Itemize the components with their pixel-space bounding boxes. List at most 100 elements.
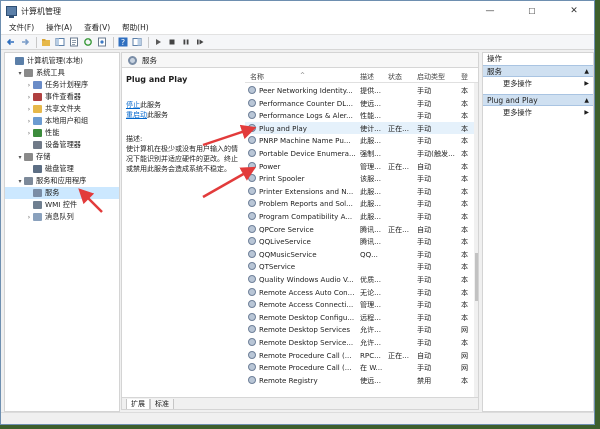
restart-service-link[interactable]: 重启动 — [126, 111, 147, 119]
toolbar-separator — [148, 36, 149, 48]
more-actions-services[interactable]: 更多操作 ▶ — [483, 77, 593, 90]
actions-section-services[interactable]: 服务 ▲ — [483, 65, 593, 77]
service-row[interactable]: Remote Access Connecti... 管理... 手动 本 — [245, 298, 475, 311]
service-gear-icon — [248, 350, 256, 359]
tree-node[interactable]: › 事件查看器 — [5, 91, 119, 103]
service-row[interactable]: Peer Networking Identity... 提供... 手动 本 — [245, 84, 475, 97]
service-desc: 腾讯... — [360, 224, 381, 234]
expander-icon[interactable]: › — [25, 130, 33, 137]
service-row[interactable]: Performance Counter DL... 使远... 手动 本 — [245, 97, 475, 110]
service-row[interactable]: Remote Procedure Call (... RPC... 正在... 自动 网 — [245, 349, 475, 362]
expander-icon[interactable]: ▾ — [16, 178, 24, 185]
minimize-button[interactable]: — — [469, 1, 511, 21]
expander-icon[interactable]: › — [25, 118, 33, 125]
service-row[interactable]: Portable Device Enumera... 强制... 手动(触发... 本 — [245, 147, 475, 160]
tree-node[interactable]: ▾ 服务和应用程序 — [5, 175, 119, 187]
menu-view[interactable]: 查看(V) — [84, 22, 110, 33]
console-tree-panel: 计算机管理(本地) ▾ 系统工具 › 任务计划程序 › 事件查看器 › 共享文件夹 › 本地用户和组… — [4, 52, 120, 412]
column-startup-type[interactable]: 启动类型 — [417, 72, 445, 82]
vertical-scrollbar[interactable] — [474, 83, 478, 397]
service-row[interactable]: QTService 手动 本 — [245, 260, 475, 273]
export-list-icon[interactable] — [68, 37, 79, 48]
tree-node[interactable]: ▾ 系统工具 — [5, 67, 119, 79]
service-row[interactable]: Printer Extensions and N... 此服... 手动 本 — [245, 185, 475, 198]
start-service-icon[interactable] — [152, 37, 163, 48]
service-desc: 管理... — [360, 300, 381, 310]
properties-icon[interactable] — [96, 37, 107, 48]
tree-node[interactable]: WMI 控件 — [5, 199, 119, 211]
tree-node[interactable]: 设备管理器 — [5, 139, 119, 151]
column-description[interactable]: 描述 — [360, 72, 374, 82]
scrollbar-thumb[interactable] — [475, 253, 478, 301]
tab-extended[interactable]: 扩展 — [126, 399, 150, 409]
service-row[interactable]: Remote Desktop Services 允许... 手动 网 — [245, 323, 475, 336]
stop-service-icon[interactable] — [166, 37, 177, 48]
tree-node[interactable]: › 消息队列 — [5, 211, 119, 223]
disk-icon — [33, 165, 42, 173]
column-name[interactable]: 名称 — [250, 72, 264, 82]
refresh-icon[interactable] — [82, 37, 93, 48]
back-arrow-icon[interactable] — [5, 37, 16, 48]
show-hide-icon[interactable] — [131, 37, 142, 48]
maximize-button[interactable]: ☐ — [511, 1, 553, 21]
service-row[interactable]: PNRP Machine Name Pu... 此服... 手动 本 — [245, 134, 475, 147]
service-row[interactable]: Power 管理... 正在... 自动 本 — [245, 160, 475, 173]
service-row[interactable]: Remote Desktop Configu... 远程... 手动 本 — [245, 311, 475, 324]
expander-icon[interactable]: › — [25, 214, 33, 221]
service-row[interactable]: Print Spooler 该服... 手动 本 — [245, 172, 475, 185]
service-row[interactable]: QQLiveService 腾讯... 手动 本 — [245, 235, 475, 248]
menu-file[interactable]: 文件(F) — [9, 22, 34, 33]
console-tree-icon[interactable] — [54, 37, 65, 48]
column-status[interactable]: 状态 — [388, 72, 402, 82]
expander-icon[interactable]: › — [25, 82, 33, 89]
tree-node[interactable]: 磁盘管理 — [5, 163, 119, 175]
forward-arrow-icon[interactable] — [19, 37, 30, 48]
service-gear-icon — [248, 363, 256, 372]
service-row[interactable]: QPCore Service 腾讯... 正在... 自动 本 — [245, 223, 475, 236]
tree-node[interactable]: 计算机管理(本地) — [5, 55, 119, 67]
close-button[interactable]: ✕ — [553, 1, 594, 21]
sort-indicator-icon: ^ — [300, 72, 306, 79]
computer-management-icon — [6, 6, 17, 18]
service-gear-icon — [248, 262, 256, 271]
service-row[interactable]: Performance Logs & Aler... 性能... 手动 本 — [245, 109, 475, 122]
service-row[interactable]: Program Compatibility A... 此服... 手动 本 — [245, 210, 475, 223]
service-row[interactable]: QQMusicService QQ... 手动 本 — [245, 248, 475, 261]
up-folder-icon[interactable] — [40, 37, 51, 48]
service-row[interactable]: Remote Procedure Call (... 在 W... 手动 网 — [245, 361, 475, 374]
service-row[interactable]: Remote Access Auto Con... 无论... 手动 本 — [245, 286, 475, 299]
tree-node[interactable]: ▾ 存储 — [5, 151, 119, 163]
menu-action[interactable]: 操作(A) — [46, 22, 72, 33]
service-desc: 性能... — [360, 111, 381, 121]
service-row[interactable]: Plug and Play 使计... 正在... 手动 本 — [245, 121, 475, 135]
help-icon[interactable]: ? — [117, 37, 128, 48]
service-row[interactable]: Quality Windows Audio V... 优质... 手动 本 — [245, 273, 475, 286]
stop-service-link[interactable]: 停止 — [126, 101, 140, 109]
more-actions-plug-and-play[interactable]: 更多操作 ▶ — [483, 106, 593, 119]
service-gear-icon — [248, 312, 256, 321]
service-row[interactable]: Remote Desktop Service... 允许... 手动 本 — [245, 336, 475, 349]
menu-help[interactable]: 帮助(H) — [122, 22, 149, 33]
tree-node[interactable]: › 共享文件夹 — [5, 103, 119, 115]
expander-icon[interactable]: ▾ — [16, 154, 24, 161]
expander-icon[interactable]: › — [25, 106, 33, 113]
column-logon[interactable]: 登 — [461, 72, 468, 82]
service-row[interactable]: Remote Registry 使远... 禁用 本 — [245, 374, 475, 387]
tab-standard[interactable]: 标准 — [150, 399, 174, 409]
service-gear-icon — [248, 375, 256, 384]
tree-node[interactable]: › 本地用户和组 — [5, 115, 119, 127]
actions-section-plug-and-play[interactable]: Plug and Play ▲ — [483, 94, 593, 106]
tree-node[interactable]: › 任务计划程序 — [5, 79, 119, 91]
restart-service-icon[interactable] — [194, 37, 205, 48]
pause-service-icon[interactable] — [180, 37, 191, 48]
svg-text:?: ? — [120, 38, 124, 47]
expander-icon[interactable]: ▾ — [16, 70, 24, 77]
tree-node[interactable]: › 性能 — [5, 127, 119, 139]
service-logon: 本 — [461, 136, 469, 146]
tree-node[interactable]: 服务 — [5, 187, 119, 199]
window-title: 计算机管理 — [21, 6, 61, 16]
expander-icon[interactable]: › — [25, 94, 33, 101]
service-row[interactable]: Problem Reports and Sol... 此服... 手动 本 — [245, 197, 475, 210]
service-logon: 本 — [461, 287, 469, 297]
service-logon: 本 — [461, 123, 469, 133]
